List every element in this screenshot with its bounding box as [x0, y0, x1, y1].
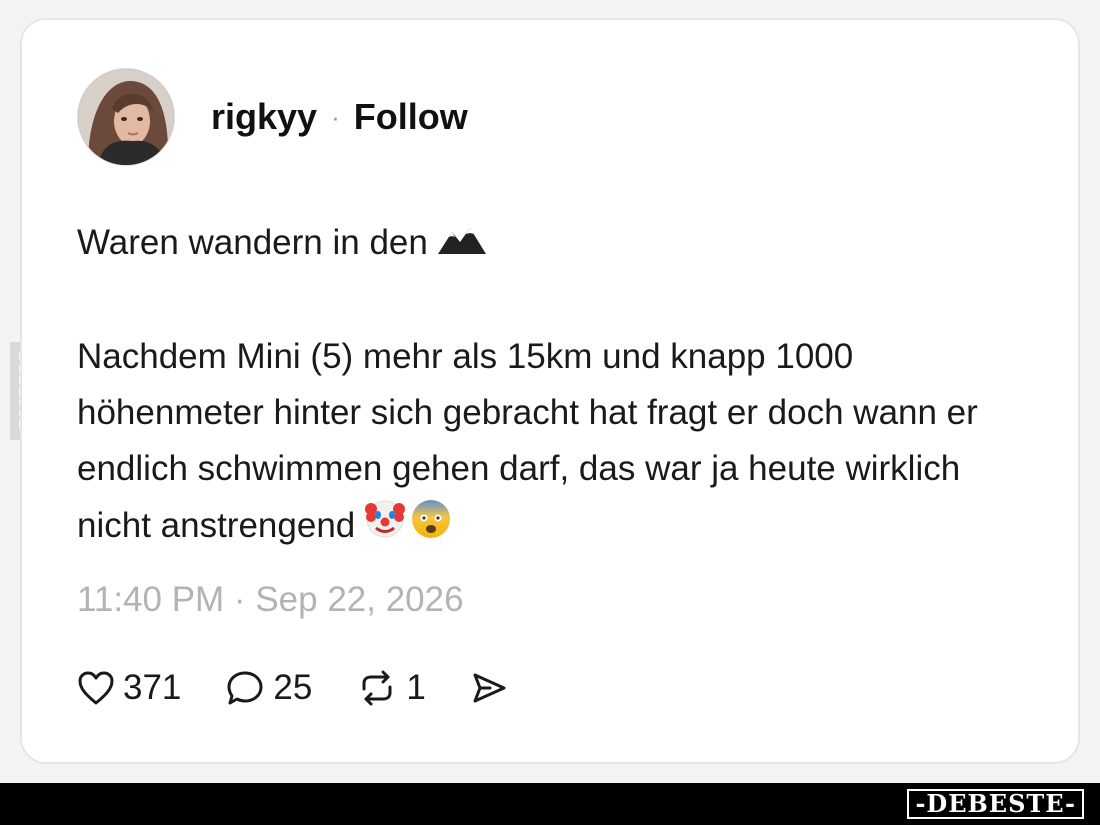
footer-bar: -DEBESTE-: [0, 783, 1100, 825]
post-paragraph-2-text: Nachdem Mini (5) mehr als 15km und knapp…: [77, 336, 978, 545]
avatar-image: [78, 69, 174, 165]
post-line-1-text: Waren wandern in den: [77, 223, 428, 262]
username[interactable]: rigkyy: [211, 96, 317, 138]
post-line-1: Waren wandern in den: [77, 215, 1037, 273]
like-button[interactable]: 371: [77, 668, 181, 708]
share-button[interactable]: [470, 670, 508, 706]
page: DEBESTE rigkyy · Follow Waren wande: [0, 0, 1100, 825]
reply-bubble-icon: [227, 671, 263, 705]
brand-watermark: -DEBESTE-: [907, 789, 1084, 819]
header-separator: ·: [331, 101, 340, 132]
reply-count: 25: [273, 668, 313, 707]
post-timestamp[interactable]: 11:40 PM · Sep 22, 2026: [77, 580, 464, 620]
post-header: rigkyy · Follow: [77, 68, 468, 166]
clown-face-emoji-icon: [363, 497, 407, 558]
avatar[interactable]: [77, 68, 175, 166]
post-paragraph-2: Nachdem Mini (5) mehr als 15km und knapp…: [77, 329, 1037, 558]
share-icon: [473, 673, 506, 703]
follow-button[interactable]: Follow: [354, 96, 468, 138]
repost-icon: [362, 670, 392, 706]
action-bar: 371 25 1: [77, 668, 552, 708]
repost-button[interactable]: 1: [356, 668, 426, 708]
like-count: 371: [123, 668, 182, 707]
mountain-emoji-icon: [436, 217, 488, 273]
fearful-face-emoji-icon: [409, 497, 453, 558]
repost-count: 1: [406, 668, 426, 707]
post-card: rigkyy · Follow Waren wandern in den Nac…: [20, 18, 1080, 764]
heart-icon: [78, 671, 114, 705]
post-body: Waren wandern in den Nachdem Mini (5) me…: [77, 215, 1037, 558]
reply-button[interactable]: 25: [225, 668, 312, 708]
